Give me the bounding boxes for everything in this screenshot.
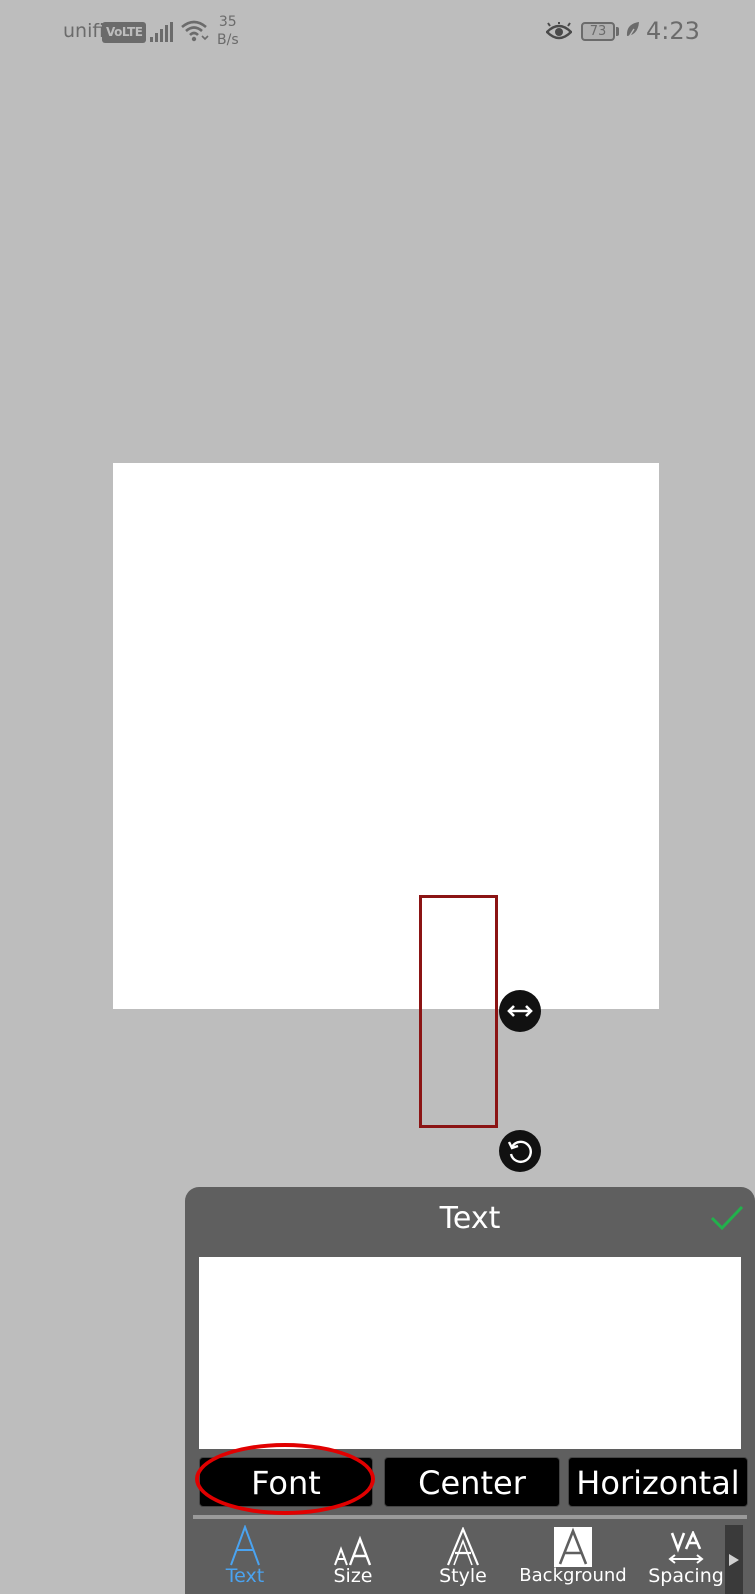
tab-style[interactable]: Style — [423, 1519, 503, 1594]
scroll-right-button[interactable] — [725, 1525, 743, 1594]
orientation-button[interactable]: Horizontal — [568, 1457, 748, 1507]
network-speed-unit: B/s — [217, 32, 239, 48]
text-style-icon — [423, 1525, 503, 1567]
horizontal-arrows-icon — [507, 1005, 533, 1017]
text-input[interactable] — [199, 1257, 741, 1449]
letter-spacing-icon — [636, 1525, 736, 1567]
text-background-icon — [513, 1525, 633, 1567]
rotate-icon — [507, 1140, 532, 1163]
text-a-icon — [205, 1525, 285, 1567]
text-layer-box[interactable] — [419, 895, 498, 1128]
eye-comfort-icon — [545, 21, 573, 46]
network-speed: 35 B/s — [217, 13, 239, 49]
clock: 4:23 — [646, 17, 700, 45]
tab-label: Background — [519, 1565, 627, 1586]
tab-text[interactable]: Text — [205, 1519, 285, 1594]
rotate-handle[interactable] — [499, 1130, 541, 1172]
volte-badge: VoLTE — [102, 22, 147, 43]
tab-spacing[interactable]: Spacing — [636, 1519, 736, 1594]
signal-icon — [150, 22, 174, 46]
tab-label: Size — [333, 1565, 373, 1587]
status-bar: unifi VoLTE 35 B/s 73 4:23 — [0, 0, 755, 64]
tab-background[interactable]: Background — [513, 1519, 633, 1594]
confirm-button[interactable] — [709, 1203, 745, 1233]
triangle-right-icon — [729, 1553, 739, 1566]
network-speed-value: 35 — [218, 14, 237, 30]
tool-tab-bar: Text Size Style Background Spacing — [185, 1519, 755, 1594]
tab-label: Text — [225, 1565, 265, 1587]
carrier-name: unifi — [63, 20, 105, 42]
image-canvas[interactable] — [113, 463, 659, 1009]
font-button[interactable]: Font — [199, 1457, 373, 1507]
leaf-icon — [625, 21, 641, 45]
alignment-button[interactable]: Center — [384, 1457, 560, 1507]
battery-tip — [616, 27, 619, 36]
checkmark-icon — [710, 1205, 744, 1231]
text-size-icon — [313, 1525, 393, 1567]
tab-label: Spacing — [648, 1565, 724, 1587]
tab-size[interactable]: Size — [313, 1519, 393, 1594]
tab-label: Style — [439, 1565, 487, 1587]
resize-handle[interactable] — [499, 990, 541, 1032]
panel-title: Text — [439, 1201, 501, 1236]
text-editor-panel: Text Font Center Horizontal Text Size St… — [185, 1187, 755, 1594]
battery-icon: 73 — [581, 22, 615, 41]
wifi-icon — [180, 18, 210, 48]
